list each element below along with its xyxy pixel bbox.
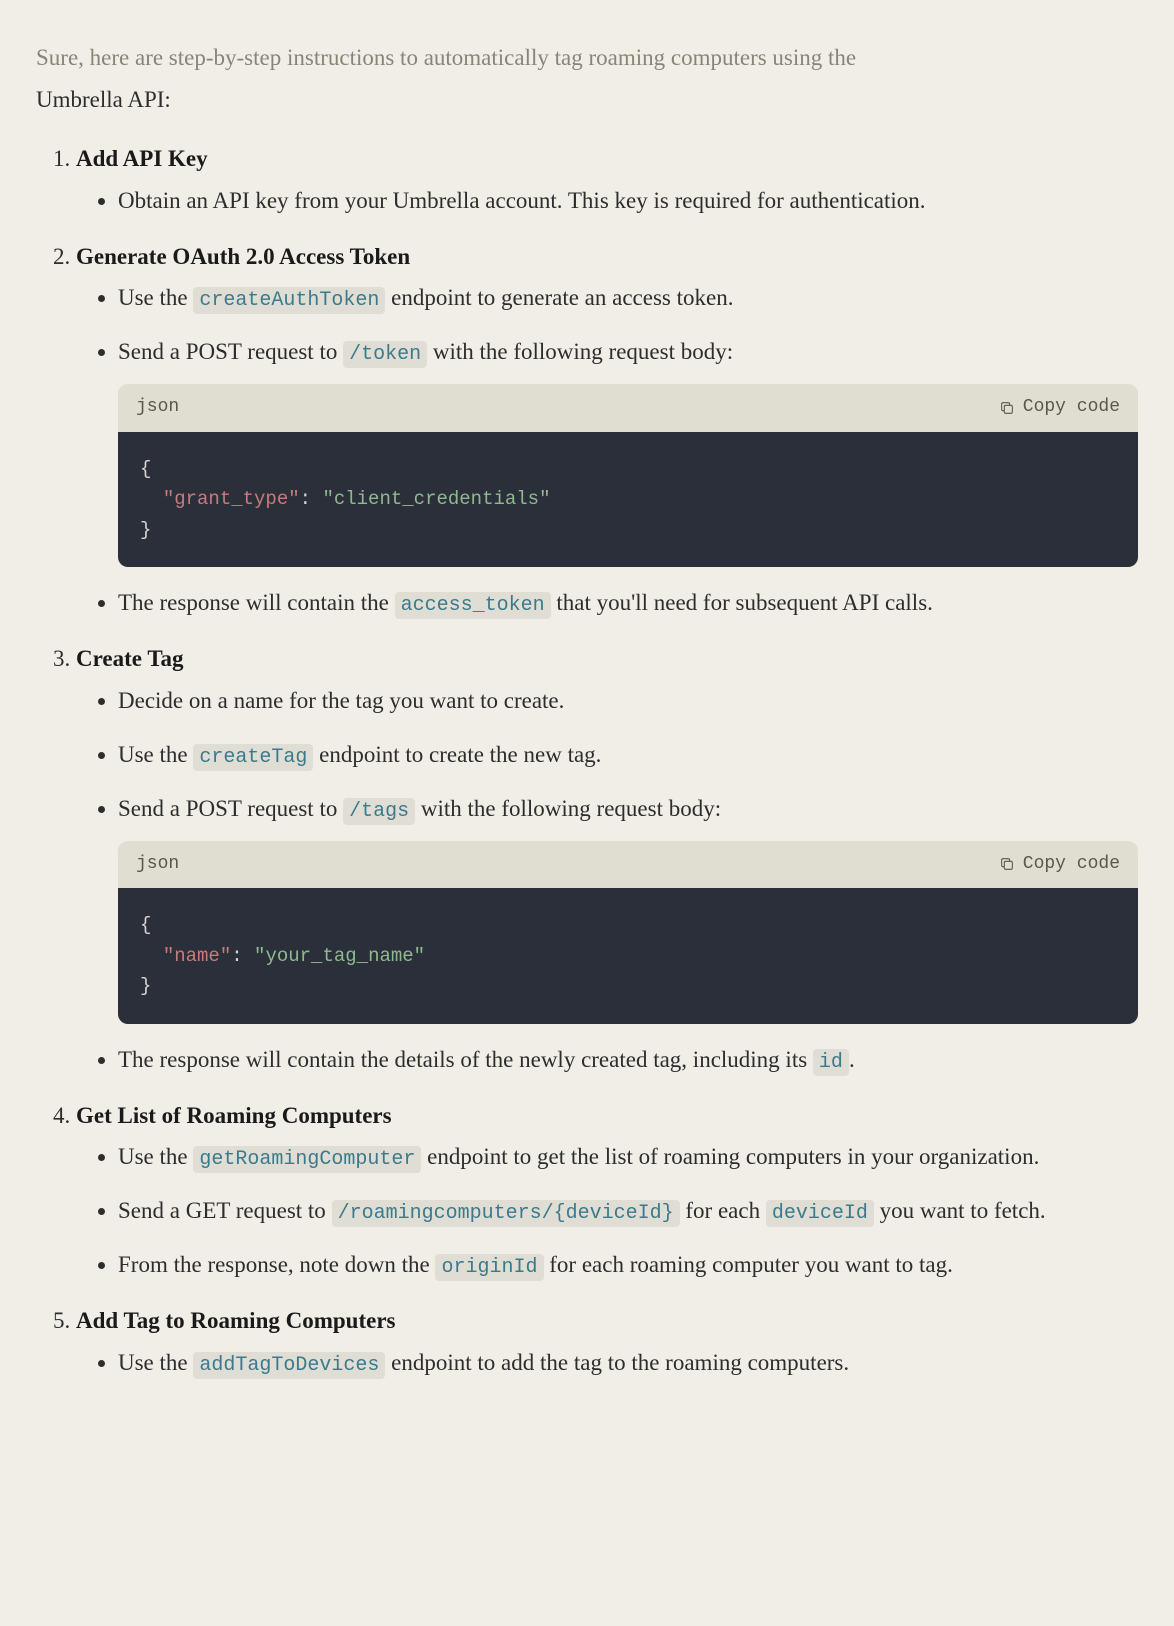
list-item: Use the createTag endpoint to create the… [118, 737, 1138, 773]
inline-code: id [813, 1049, 849, 1076]
steps-list: Add API Key Obtain an API key from your U… [36, 141, 1138, 1381]
step: Get List of Roaming Computers Use the get… [76, 1098, 1138, 1284]
text-run: Use the [118, 742, 193, 767]
text-run: Use the [118, 285, 193, 310]
copy-icon [999, 400, 1015, 416]
list-item: Send a GET request to /roamingcomputers/… [118, 1193, 1138, 1229]
text-run: endpoint to get the list of roaming comp… [421, 1144, 1039, 1169]
copy-label: Copy code [1023, 394, 1120, 422]
text-run: Send a GET request to [118, 1198, 332, 1223]
list-item: Use the addTagToDevices endpoint to add … [118, 1345, 1138, 1381]
code-body: { "name": "your_tag_name" } [118, 888, 1138, 1023]
text-run: with the following request body: [415, 796, 721, 821]
text-run: Send a POST request to [118, 339, 343, 364]
step: Add Tag to Roaming Computers Use the addT… [76, 1303, 1138, 1381]
copy-code-button[interactable]: Copy code [999, 394, 1120, 422]
code-block: json Copy code { "name": "your_tag_name" } [118, 841, 1138, 1024]
step: Add API Key Obtain an API key from your U… [76, 141, 1138, 218]
text-run: Send a POST request to [118, 796, 343, 821]
list-item: Send a POST request to /token with the f… [118, 334, 1138, 567]
text-run: for each [680, 1198, 766, 1223]
text-run: Use the [118, 1144, 193, 1169]
inline-code: originId [435, 1254, 543, 1281]
text-run: The response will contain the details of… [118, 1047, 813, 1072]
list-item: Decide on a name for the tag you want to… [118, 683, 1138, 719]
inline-code: getRoamingComputer [193, 1146, 421, 1173]
intro-rest: Umbrella API: [36, 82, 1138, 118]
substeps: Use the getRoamingComputer endpoint to g… [76, 1139, 1138, 1283]
copy-code-button[interactable]: Copy code [999, 851, 1120, 879]
list-item: From the response, note down the originI… [118, 1247, 1138, 1283]
code-lang-label: json [136, 394, 179, 422]
code-token: "grant_type" [163, 488, 300, 510]
code-token: "client_credentials" [322, 488, 550, 510]
substeps: Use the addTagToDevices endpoint to add … [76, 1345, 1138, 1381]
text-run: Use the [118, 1350, 193, 1375]
inline-code: createTag [193, 744, 313, 771]
text-run: . [849, 1047, 855, 1072]
inline-code: deviceId [766, 1200, 874, 1227]
inline-code: /tags [343, 798, 415, 825]
list-item: The response will contain the details of… [118, 1042, 1138, 1078]
code-header: json Copy code [118, 841, 1138, 889]
substeps: Use the createAuthToken endpoint to gene… [76, 280, 1138, 621]
code-token: { [140, 914, 151, 936]
list-item: The response will contain the access_tok… [118, 585, 1138, 621]
code-body: { "grant_type": "client_credentials" } [118, 432, 1138, 567]
step-title: Generate OAuth 2.0 Access Token [76, 244, 410, 269]
copy-icon [999, 856, 1015, 872]
step-title: Add Tag to Roaming Computers [76, 1308, 396, 1333]
list-item: Use the createAuthToken endpoint to gene… [118, 280, 1138, 316]
step: Create Tag Decide on a name for the tag y… [76, 641, 1138, 1077]
list-item: Send a POST request to /tags with the fo… [118, 791, 1138, 1024]
code-token: "name" [163, 945, 231, 967]
copy-label: Copy code [1023, 851, 1120, 879]
inline-code: /token [343, 341, 427, 368]
code-token: : [231, 945, 254, 967]
text-run: with the following request body: [427, 339, 733, 364]
inline-code: createAuthToken [193, 287, 385, 314]
text-run: endpoint to add the tag to the roaming c… [385, 1350, 849, 1375]
intro-faded: Sure, here are step-by-step instructions… [36, 40, 1138, 76]
step-title: Get List of Roaming Computers [76, 1103, 392, 1128]
code-header: json Copy code [118, 384, 1138, 432]
substeps: Decide on a name for the tag you want to… [76, 683, 1138, 1078]
step-title: Add API Key [76, 146, 208, 171]
list-item: Obtain an API key from your Umbrella acc… [118, 183, 1138, 219]
text-run: that you'll need for subsequent API call… [551, 590, 933, 615]
inline-code: /roamingcomputers/{deviceId} [332, 1200, 680, 1227]
text-run: endpoint to create the new tag. [313, 742, 601, 767]
code-token: } [140, 519, 151, 541]
code-token: } [140, 975, 151, 997]
code-token: : [300, 488, 323, 510]
inline-code: access_token [395, 592, 551, 619]
code-lang-label: json [136, 851, 179, 879]
text-run: for each roaming computer you want to ta… [544, 1252, 953, 1277]
text-run: The response will contain the [118, 590, 395, 615]
step-title: Create Tag [76, 646, 184, 671]
text-run: you want to fetch. [874, 1198, 1046, 1223]
list-item: Use the getRoamingComputer endpoint to g… [118, 1139, 1138, 1175]
inline-code: addTagToDevices [193, 1352, 385, 1379]
code-block: json Copy code { "grant_type": "client_cre… [118, 384, 1138, 567]
text-run: From the response, note down the [118, 1252, 435, 1277]
text-run: endpoint to generate an access token. [385, 285, 733, 310]
step: Generate OAuth 2.0 Access Token Use the c… [76, 239, 1138, 622]
substeps: Obtain an API key from your Umbrella acc… [76, 183, 1138, 219]
text-run: Decide on a name for the tag you want to… [118, 688, 564, 713]
code-token: "your_tag_name" [254, 945, 425, 967]
code-token: { [140, 458, 151, 480]
text-run: Obtain an API key from your Umbrella acc… [118, 188, 926, 213]
